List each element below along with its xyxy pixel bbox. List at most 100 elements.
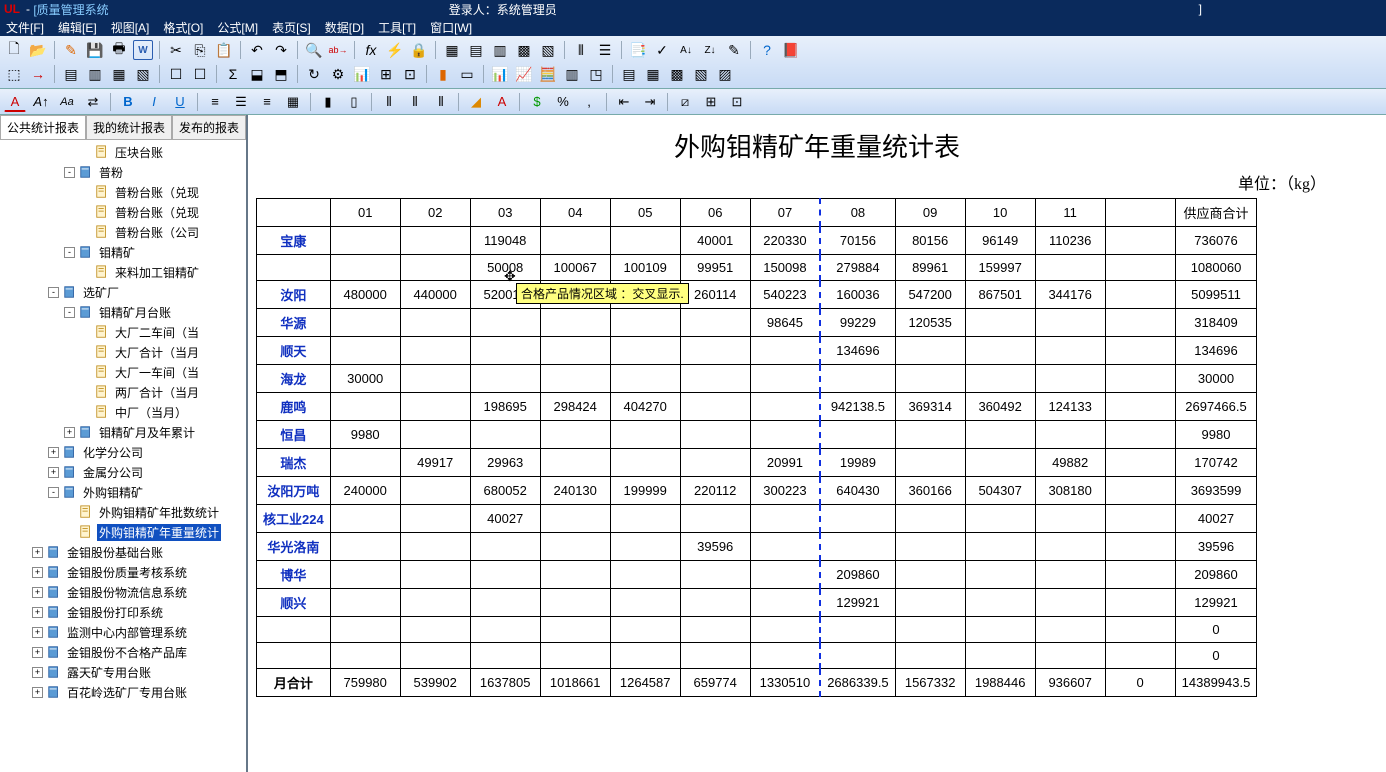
cell[interactable]: [895, 561, 965, 589]
cell[interactable]: [965, 449, 1035, 477]
tree-label[interactable]: 金钼股份打印系统: [65, 604, 165, 621]
tree-label[interactable]: 金钼股份不合格产品库: [65, 644, 189, 661]
expander-icon[interactable]: +: [32, 607, 43, 618]
redo-icon[interactable]: ↷: [271, 40, 291, 60]
cell[interactable]: [610, 561, 680, 589]
cell[interactable]: 936607: [1035, 669, 1105, 697]
cell[interactable]: [540, 617, 610, 643]
col-header[interactable]: 10: [965, 199, 1035, 227]
exit-icon[interactable]: 📕: [781, 40, 801, 60]
r2-8-icon[interactable]: ☐: [190, 64, 210, 84]
cell[interactable]: [540, 309, 610, 337]
cell[interactable]: [820, 421, 895, 449]
cell[interactable]: [330, 505, 400, 533]
print-icon[interactable]: 🖶: [109, 40, 129, 60]
cell[interactable]: 49917: [400, 449, 470, 477]
tree-node[interactable]: -钼精矿: [0, 242, 246, 262]
tree-label[interactable]: 普粉: [97, 164, 125, 181]
cell[interactable]: [540, 449, 610, 477]
tree-label[interactable]: 外购钼精矿: [81, 484, 145, 501]
r2-17-icon[interactable]: ▭: [457, 64, 477, 84]
cell[interactable]: 9980: [330, 421, 400, 449]
cell[interactable]: [965, 561, 1035, 589]
col-header[interactable]: 07: [750, 199, 820, 227]
cell[interactable]: [470, 617, 540, 643]
barcode3-icon[interactable]: ⦀: [430, 92, 452, 112]
cell[interactable]: [610, 643, 680, 669]
cell[interactable]: [470, 589, 540, 617]
cell[interactable]: [895, 617, 965, 643]
cell[interactable]: 209860: [820, 561, 895, 589]
expander-icon[interactable]: +: [32, 627, 43, 638]
report-area[interactable]: ✥ 合格产品情况区域 ：交叉显示. 外购钼精矿年重量统计表 单位：（kg） 01…: [248, 115, 1386, 772]
menu-page[interactable]: 表页[S]: [272, 19, 311, 36]
cell[interactable]: [895, 421, 965, 449]
cell[interactable]: [680, 449, 750, 477]
cell[interactable]: 504307: [965, 477, 1035, 505]
indent-dec-icon[interactable]: ⇤: [613, 92, 635, 112]
word-icon[interactable]: W: [133, 40, 153, 60]
col-header[interactable]: 05: [610, 199, 680, 227]
expander-icon[interactable]: +: [32, 587, 43, 598]
border-icon[interactable]: ⊞: [700, 92, 722, 112]
tree-label[interactable]: 大厂二车间（当: [113, 324, 201, 341]
font-case-icon[interactable]: Aa: [56, 92, 78, 112]
indent-inc-icon[interactable]: ⇥: [639, 92, 661, 112]
cell[interactable]: [680, 505, 750, 533]
cell[interactable]: [965, 421, 1035, 449]
cell[interactable]: [965, 533, 1035, 561]
data-grid[interactable]: 0102030405060708091011供应商合计宝康11904840001…: [256, 198, 1257, 697]
font-color-icon[interactable]: A: [4, 92, 26, 112]
bar1-icon[interactable]: ▮: [317, 92, 339, 112]
expander-icon[interactable]: -: [64, 307, 75, 318]
cell[interactable]: [400, 227, 470, 255]
cell[interactable]: 480000: [330, 281, 400, 309]
cell[interactable]: 300223: [750, 477, 820, 505]
tree-node[interactable]: +化学分公司: [0, 442, 246, 462]
cell[interactable]: [1035, 421, 1105, 449]
cell[interactable]: 759980: [330, 669, 400, 697]
cell[interactable]: [470, 421, 540, 449]
tree-node[interactable]: 外购钼精矿年重量统计: [0, 522, 246, 542]
cell[interactable]: [1105, 309, 1175, 337]
cell[interactable]: [1035, 337, 1105, 365]
cell[interactable]: [400, 561, 470, 589]
r2-4-icon[interactable]: ▥: [85, 64, 105, 84]
cell[interactable]: [750, 393, 820, 421]
cell[interactable]: 124133: [1035, 393, 1105, 421]
tree-node[interactable]: +露天矿专用台账: [0, 662, 246, 682]
db3-icon[interactable]: ▩: [667, 64, 687, 84]
cell[interactable]: [1105, 533, 1175, 561]
cell[interactable]: [540, 589, 610, 617]
cell[interactable]: 2697466.5: [1175, 393, 1257, 421]
col-header[interactable]: 08: [820, 199, 895, 227]
tree-node[interactable]: 来料加工钼精矿: [0, 262, 246, 282]
chart2-icon[interactable]: 📈: [514, 64, 534, 84]
tree-label[interactable]: 来料加工钼精矿: [113, 264, 201, 281]
copy-icon[interactable]: ⎘: [190, 40, 210, 60]
expander-icon[interactable]: +: [32, 667, 43, 678]
align-right-icon[interactable]: ≡: [256, 92, 278, 112]
cell[interactable]: [1105, 589, 1175, 617]
tree-node[interactable]: 中厂（当月）: [0, 402, 246, 422]
row-header[interactable]: 博华: [257, 561, 331, 589]
align-left-icon[interactable]: ≡: [204, 92, 226, 112]
cell[interactable]: 199999: [610, 477, 680, 505]
expander-icon[interactable]: -: [64, 167, 75, 178]
r2-5-icon[interactable]: ▦: [109, 64, 129, 84]
tree-node[interactable]: -选矿厂: [0, 282, 246, 302]
col-header[interactable]: 03: [470, 199, 540, 227]
tree-node[interactable]: +金属分公司: [0, 462, 246, 482]
chart4-icon[interactable]: ▥: [562, 64, 582, 84]
cell[interactable]: [610, 617, 680, 643]
cell[interactable]: [1105, 477, 1175, 505]
r2-2-icon[interactable]: →: [28, 64, 48, 84]
cell[interactable]: [400, 533, 470, 561]
tree-node[interactable]: - 普粉: [0, 162, 246, 182]
cell[interactable]: 39596: [680, 533, 750, 561]
cell[interactable]: [680, 337, 750, 365]
tree-label[interactable]: 大厂合计（当月: [113, 344, 201, 361]
cell[interactable]: [400, 643, 470, 669]
cell[interactable]: [1035, 255, 1105, 281]
report-tree[interactable]: 压块台账-普粉普粉台账（兑现普粉台账（兑现普粉台账（公司-钼精矿来料加工钼精矿-…: [0, 140, 246, 772]
